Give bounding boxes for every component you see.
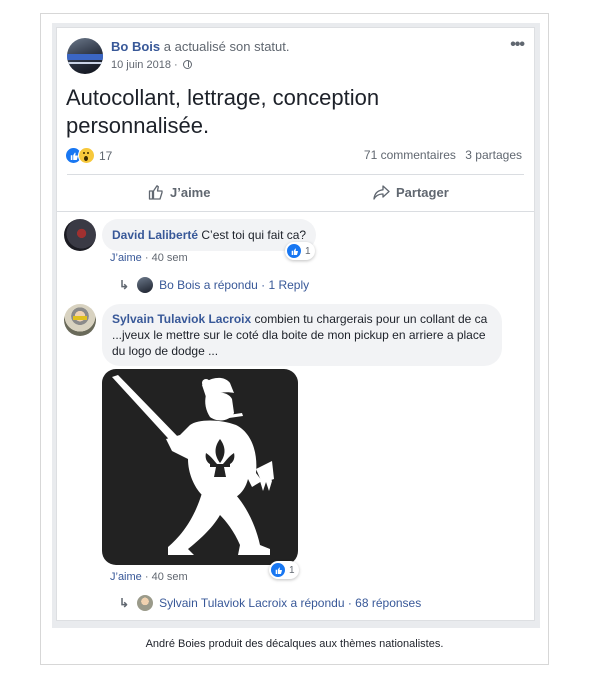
commenter-avatar[interactable]	[64, 304, 96, 336]
comment-time[interactable]: 40 sem	[152, 571, 188, 583]
commenter-name[interactable]: David Laliberté	[112, 228, 198, 242]
reaction-summary[interactable]: 17	[65, 147, 112, 164]
thumbs-up-icon	[148, 185, 163, 200]
post-author-avatar[interactable]	[67, 38, 103, 74]
globe-icon	[182, 60, 192, 69]
comments-count-link[interactable]: 71 commentaires	[364, 148, 456, 162]
comment-time[interactable]: 40 sem	[152, 252, 188, 264]
like-reaction-icon	[270, 562, 286, 578]
comment-reactions[interactable]: 1	[285, 242, 315, 260]
comment-like-link[interactable]: J’aime	[110, 252, 142, 264]
post-date[interactable]: 10 juin 2018 ·	[111, 59, 178, 71]
facebook-post-card: Bo Bois a actualisé son statut. 10 juin …	[56, 27, 535, 621]
commenter-avatar[interactable]	[64, 219, 96, 251]
like-button[interactable]: J’aime	[148, 176, 210, 208]
replier-avatar	[137, 595, 154, 611]
commenter-name[interactable]: Sylvain Tulaviok Lacroix	[112, 312, 251, 326]
share-button[interactable]: Partager	[373, 176, 449, 208]
share-button-label: Partager	[396, 184, 449, 200]
post-meta: 10 juin 2018 ·	[111, 59, 192, 71]
more-dots-icon[interactable]: •••	[510, 36, 525, 54]
comment-reactions[interactable]: 1	[269, 561, 299, 579]
share-arrow-icon	[373, 184, 390, 200]
replies-summary: Sylvain Tulaviok Lacroix a répondu · 68 …	[159, 596, 422, 610]
comment-reaction-count: 1	[289, 564, 295, 576]
divider	[67, 174, 524, 175]
view-replies-link[interactable]: ↳ Sylvain Tulaviok Lacroix a répondu · 6…	[119, 595, 421, 611]
comment-image[interactable]	[102, 369, 298, 565]
comment-meta: J’aime · 40 sem	[110, 252, 188, 264]
like-reaction-icon	[286, 243, 302, 259]
post-stats: 71 commentaires 3 partages	[364, 148, 522, 162]
view-replies-link[interactable]: ↳ Bo Bois a répondu · 1 Reply	[119, 277, 309, 293]
comment-bubble: Sylvain Tulaviok Lacroix combien tu char…	[102, 304, 502, 366]
comment-meta: J’aime · 40 sem	[110, 571, 188, 583]
reaction-count: 17	[99, 148, 113, 163]
reply-arrow-icon: ↳	[119, 278, 130, 292]
comment-bubble: David Laliberté C’est toi qui fait ca?	[102, 219, 317, 251]
figure-caption: André Boies produit des décalques aux th…	[145, 638, 444, 650]
post-header: Bo Bois a actualisé son statut.	[111, 39, 290, 54]
wow-reaction-icon	[78, 147, 95, 164]
patriote-silhouette-image	[112, 375, 274, 555]
like-button-label: J’aime	[170, 184, 211, 200]
reply-arrow-icon: ↳	[119, 596, 130, 610]
replier-avatar	[137, 277, 154, 293]
replies-summary: Bo Bois a répondu · 1 Reply	[159, 278, 310, 292]
post-text: Autocollant, lettrage, conception person…	[66, 85, 380, 138]
shares-count-link[interactable]: 3 partages	[465, 148, 522, 162]
comment-reaction-count: 1	[305, 245, 311, 257]
post-action-text: a actualisé son statut.	[163, 39, 290, 54]
comment-like-link[interactable]: J’aime	[110, 571, 142, 583]
divider	[57, 211, 534, 212]
comment-text: C’est toi qui fait ca?	[201, 228, 307, 242]
post-author-name[interactable]: Bo Bois	[111, 39, 160, 54]
